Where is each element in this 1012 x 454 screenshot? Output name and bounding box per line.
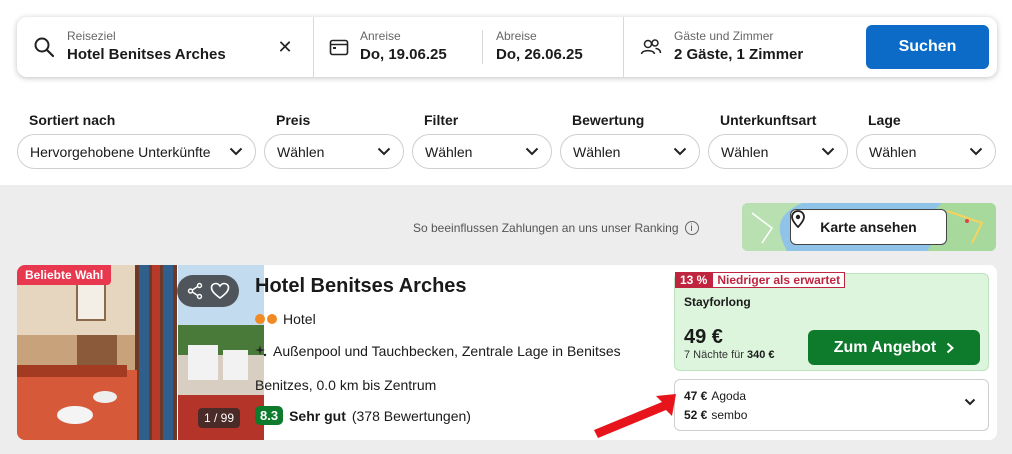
alt-provider: sembo (711, 408, 748, 422)
chevron-down-icon (229, 147, 243, 156)
alt-price: 47 € (684, 389, 708, 403)
guests-icon (640, 36, 662, 58)
filter-label: Unterkunftsart (720, 112, 817, 128)
destination-value: Hotel Benitses Arches (67, 46, 226, 63)
filter-accommodation: Unterkunftsart Wählen (708, 112, 848, 169)
filter-sort: Sortiert nach Hervorgehobene Unterkünfte (17, 112, 256, 169)
close-icon[interactable]: ✕ (275, 37, 295, 57)
rating-label: Sehr gut (289, 407, 346, 424)
search-button[interactable]: Suchen (866, 25, 989, 69)
deal-discount-label: Niedriger als erwartet (712, 272, 846, 288)
filter-value: Wählen (277, 143, 325, 160)
hotel-location: Benitzes, 0.0 km bis Zentrum (255, 377, 437, 393)
checkin-value: Do, 19.06.25 (360, 46, 447, 63)
destination-label: Reiseziel (67, 29, 116, 43)
deal-provider: Stayforlong (684, 295, 751, 309)
deal-tag: 13 % Niedriger als erwartet (675, 272, 846, 288)
filter-value: Wählen (425, 143, 473, 160)
filter-value: Hervorgehobene Unterkünfte (30, 143, 211, 160)
alternative-deals[interactable]: 47 € Agoda 52 € sembo (674, 379, 989, 431)
hotel-card[interactable]: Beliebte Wahl 1 / 99 Hotel Benitses Arch… (17, 265, 997, 440)
filter-select[interactable]: Wählen (412, 134, 552, 169)
chevron-down-icon[interactable] (964, 398, 976, 406)
alt-deal-row[interactable]: 52 € sembo (684, 408, 747, 422)
nights-total: 340 € (746, 349, 775, 361)
ranking-note[interactable]: So beeinflussen Zahlungen an uns unser R… (413, 221, 699, 235)
checkout-field[interactable]: Abreise Do, 26.06.25 (482, 29, 622, 64)
view-deal-label: Zum Angebot (833, 338, 937, 356)
hotel-type-label: Hotel (283, 311, 316, 327)
rating-select[interactable]: Wählen (560, 134, 700, 169)
rating-score: 8.3 (255, 406, 284, 425)
results-area: So beeinflussen Zahlungen an uns unser R… (0, 185, 1012, 454)
photo-actions (177, 275, 239, 307)
filter-label: Preis (276, 112, 311, 128)
filter-location: Lage Wählen (856, 112, 996, 169)
filter-label: Sortiert nach (29, 112, 116, 128)
hotel-amenities: Außenpool und Tauchbecken, Zentrale Lage… (255, 343, 621, 359)
alt-price: 52 € (684, 408, 708, 422)
chevron-down-icon (969, 147, 983, 156)
sparkle-icon (255, 345, 267, 357)
nights-prefix: 7 Nächte für (684, 349, 744, 361)
ranking-text: So beeinflussen Zahlungen an uns unser R… (413, 221, 679, 235)
alt-deal-row[interactable]: 47 € Agoda (684, 389, 746, 403)
view-deal-button[interactable]: Zum Angebot (808, 330, 980, 365)
dates-field: Anreise Do, 19.06.25 Abreise Do, 26.06.2… (313, 17, 623, 77)
filter-label: Lage (868, 112, 901, 128)
checkout-value: Do, 26.06.25 (496, 46, 583, 63)
accommodation-select[interactable]: Wählen (708, 134, 848, 169)
filter-price: Preis Wählen (264, 112, 404, 169)
search-icon (33, 36, 55, 58)
view-map-label: Karte ansehen (820, 219, 917, 235)
top-deal[interactable]: 13 % Niedriger als erwartet Stayforlong … (674, 272, 989, 371)
hotel-photo-main[interactable] (17, 265, 177, 440)
deal-discount: 13 % (675, 272, 713, 288)
filter-rating: Bewertung Wählen (560, 112, 700, 169)
annotation-arrow-icon (594, 394, 676, 438)
filter-label: Filter (424, 112, 459, 128)
hotel-type: Hotel (255, 311, 316, 327)
destination-field[interactable]: Reiseziel Hotel Benitses Arches ✕ (17, 17, 313, 77)
popular-badge: Beliebte Wahl (17, 265, 112, 285)
amenities-text: Außenpool und Tauchbecken, Zentrale Lage… (273, 343, 621, 359)
chevron-down-icon (673, 147, 687, 156)
checkout-label: Abreise (496, 29, 537, 43)
map-preview[interactable]: Karte ansehen (742, 203, 996, 251)
calendar-icon (328, 36, 350, 58)
hotel-rating: 8.3 Sehr gut (378 Bewertungen) (255, 406, 471, 425)
deal-price: 49 € (684, 326, 723, 348)
filter-value: Wählen (721, 143, 769, 160)
info-icon[interactable]: i (684, 221, 699, 235)
price-select[interactable]: Wählen (264, 134, 404, 169)
hotel-class-dots (255, 314, 277, 324)
location-select[interactable]: Wählen (856, 134, 996, 169)
review-count: (378 Bewertungen) (351, 407, 471, 424)
alt-provider: Agoda (711, 389, 747, 403)
filter-filter: Filter Wählen (412, 112, 552, 169)
filter-label: Bewertung (572, 112, 645, 128)
checkin-label: Anreise (360, 29, 401, 43)
filter-value: Wählen (573, 143, 621, 160)
checkin-field[interactable]: Anreise Do, 19.06.25 (314, 17, 482, 77)
share-icon[interactable] (186, 282, 204, 300)
chevron-down-icon (821, 147, 835, 156)
deal-nights: 7 Nächte für 340 € (684, 349, 775, 361)
map-pin-icon (791, 210, 805, 228)
heart-icon[interactable] (210, 282, 230, 300)
photo-count: 1 / 99 (198, 408, 241, 428)
guests-field[interactable]: Gäste und Zimmer 2 Gäste, 1 Zimmer (623, 17, 863, 77)
chevron-down-icon (377, 147, 391, 156)
chevron-right-icon (947, 342, 955, 353)
guests-label: Gäste und Zimmer (674, 29, 774, 43)
sort-select[interactable]: Hervorgehobene Unterkünfte (17, 134, 256, 169)
view-map-button[interactable]: Karte ansehen (790, 209, 947, 245)
guests-value: 2 Gäste, 1 Zimmer (674, 46, 804, 63)
chevron-down-icon (525, 147, 539, 156)
filter-bar: Sortiert nach Hervorgehobene Unterkünfte… (17, 112, 996, 169)
filter-value: Wählen (869, 143, 917, 160)
search-bar: Reiseziel Hotel Benitses Arches ✕ Anreis… (17, 17, 997, 77)
hotel-name[interactable]: Hotel Benitses Arches (255, 275, 467, 298)
